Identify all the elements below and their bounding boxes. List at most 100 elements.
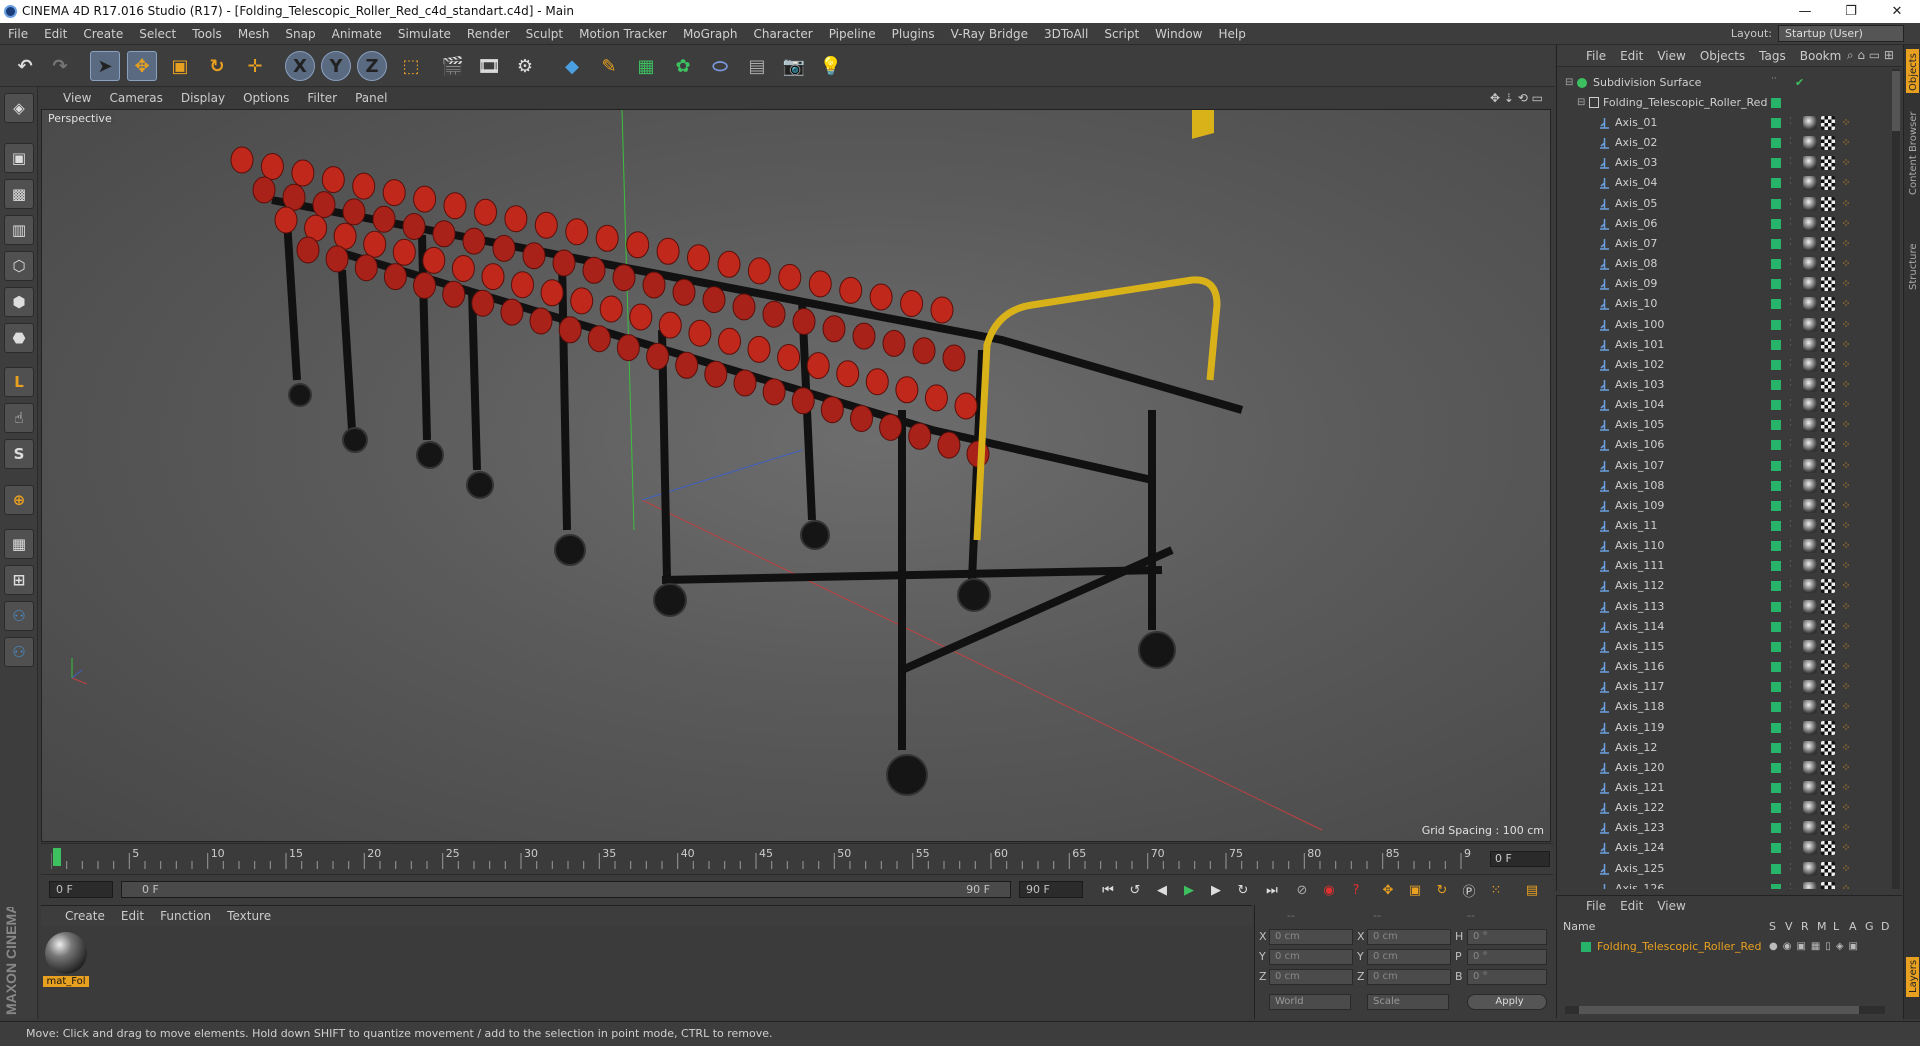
autokey-icon[interactable]: ◉ [1318,879,1340,901]
redo-icon[interactable]: ↷ [45,51,75,81]
previous-frame-icon[interactable]: ◀ [1151,879,1173,901]
object-row[interactable]: Axis_123 · · ⁘ [1557,818,1897,838]
light-icon[interactable]: 💡 [816,51,846,81]
phong-tag-icon[interactable]: ⁘ [1839,620,1853,634]
texture-tag-icon[interactable] [1821,740,1835,755]
material-menu-function[interactable]: Function [152,909,219,923]
z-axis-icon[interactable]: Z [357,51,387,81]
object-row[interactable]: Axis_109 · · ⁘ [1557,496,1897,516]
material-menu-create[interactable]: Create [57,909,113,923]
texture-tag-icon[interactable] [1821,599,1835,614]
coord-x-field[interactable]: 0 cm [1269,929,1353,945]
object-row[interactable]: Axis_101 · · ⁘ [1557,335,1897,355]
visibility-dots-icon[interactable]: ·· [1789,235,1793,250]
timeline[interactable]: 051015202530354045505560657075808590 0 F [41,843,1553,874]
workplane-icon[interactable]: ▦ [4,529,34,559]
locked-workplane-icon[interactable]: ⊞ [4,565,34,595]
visibility-dots-icon[interactable]: ·· [1789,618,1793,633]
material-tag-icon[interactable] [1803,519,1817,533]
visibility-dots-icon[interactable]: ·· [1771,75,1777,89]
layer-row[interactable]: Folding_Telescopic_Roller_Red ●◉▣▦▯◈▣ [1557,938,1897,956]
layer-menu-view[interactable]: View [1650,899,1692,913]
subdivision-icon[interactable]: ▦ [631,51,661,81]
visibility-dots-icon[interactable]: ·· [1789,437,1793,451]
material-tag-icon[interactable] [1803,377,1817,392]
objects-search-icon[interactable]: ⌕ ⌂ ▭ ⊞ [1847,48,1894,63]
start-frame-field[interactable]: 0 F [49,881,113,898]
phong-tag-icon[interactable]: ⁘ [1839,257,1853,271]
undo-icon[interactable]: ↶ [10,51,40,81]
material-tag-icon[interactable] [1803,196,1817,211]
object-list[interactable]: Axis_01 · · ⁘ Axis_02 · · ⁘ Axis_03 · · ⁘ Axis_04 · · ⁘… [1557,113,1897,889]
menu-render[interactable]: Render [459,27,518,41]
coord-z-field[interactable]: 0 cm [1269,969,1353,985]
timeline-ruler[interactable]: 051015202530354045505560657075808590 [51,847,1471,871]
menu-plugins[interactable]: Plugins [884,27,943,41]
texture-tag-icon[interactable] [1821,559,1835,574]
visibility-dots-icon[interactable]: ·· [1789,417,1793,431]
python-icon[interactable]: ⚇ [4,601,34,631]
phong-tag-icon[interactable]: ⁘ [1839,479,1853,493]
rot-b-field[interactable]: 0 ° [1467,969,1547,985]
visibility-dots-icon[interactable]: ·· [1789,719,1793,734]
phong-tag-icon[interactable]: ⁘ [1839,741,1853,755]
select-arrow-icon[interactable]: ➤ [90,51,120,81]
object-row[interactable]: Axis_107 · · ⁘ [1557,456,1897,476]
visibility-dots-icon[interactable]: ·· [1789,820,1793,834]
material-tag-icon[interactable] [1803,821,1817,836]
camera-icon[interactable]: 📷 [779,51,809,81]
edges-mode-icon[interactable]: ⬢ [4,287,34,317]
visibility-dots-icon[interactable]: ·· [1789,578,1793,592]
object-row[interactable]: Axis_116 · · ⁘ [1557,657,1897,677]
phong-tag-icon[interactable]: ⁘ [1839,882,1853,889]
y-axis-icon[interactable]: Y [321,51,351,81]
visibility-dots-icon[interactable]: ·· [1789,497,1793,512]
object-row[interactable]: Axis_07 · · ⁘ [1557,234,1897,254]
visibility-dots-icon[interactable]: ·· [1789,155,1793,169]
object-row[interactable]: Axis_01 · · ⁘ [1557,113,1897,133]
visibility-dots-icon[interactable]: ·· [1789,296,1793,310]
rot-h-field[interactable]: 0 ° [1467,929,1547,945]
phong-tag-icon[interactable]: ⁘ [1839,680,1853,694]
menu-create[interactable]: Create [75,27,131,41]
layer-color-swatch[interactable] [1581,942,1591,952]
texture-tag-icon[interactable] [1821,418,1835,433]
material-tag-icon[interactable] [1803,398,1817,413]
material-tag-icon[interactable] [1803,539,1817,554]
visibility-dots-icon[interactable]: ·· [1789,316,1793,331]
material-tag-icon[interactable] [1803,357,1817,372]
visibility-dots-icon[interactable]: ·· [1789,638,1793,653]
object-row[interactable]: Axis_03 · · ⁘ [1557,153,1897,173]
x-axis-icon[interactable]: X [285,51,315,81]
texture-tag-icon[interactable] [1821,841,1835,856]
phong-tag-icon[interactable]: ⁘ [1839,660,1853,674]
size-y-field[interactable]: 0 cm [1367,949,1451,965]
playhead[interactable] [53,848,61,866]
menu-pipeline[interactable]: Pipeline [821,27,884,41]
phong-tag-icon[interactable]: ⁘ [1839,398,1853,412]
menu-snap[interactable]: Snap [277,27,323,41]
texture-tag-icon[interactable] [1821,136,1835,151]
texture-tag-icon[interactable] [1821,156,1835,171]
tab-layers[interactable]: Layers [1908,960,1919,993]
render-settings-icon[interactable]: ⚙ [510,51,540,81]
coord-y-field[interactable]: 0 cm [1269,949,1353,965]
object-row[interactable]: Axis_10 · · ⁘ [1557,294,1897,314]
keyframe-selection-icon[interactable]: ? [1345,879,1367,901]
visibility-dots-icon[interactable]: ·· [1789,356,1793,371]
collapse-icon[interactable]: ⊟ [1565,73,1573,93]
viewport-menu-filter[interactable]: Filter [298,91,346,105]
viewport-menu-display[interactable]: Display [172,91,234,105]
material-tag-icon[interactable] [1803,639,1817,654]
object-row[interactable]: Axis_115 · · ⁘ [1557,637,1897,657]
scale-icon[interactable]: ▣ [165,51,195,81]
object-row[interactable]: Axis_108 · · ⁘ [1557,476,1897,496]
texture-tag-icon[interactable] [1821,519,1835,533]
visibility-dots-icon[interactable]: ·· [1789,558,1793,572]
close-button[interactable]: ✕ [1874,0,1920,23]
objects-menu-view[interactable]: View [1650,49,1692,63]
key-rotation-icon[interactable]: ↻ [1431,879,1453,901]
tweak-mode-icon[interactable]: ☝ [4,403,34,433]
material-tag-icon[interactable] [1803,619,1817,634]
texture-tag-icon[interactable] [1821,539,1835,554]
